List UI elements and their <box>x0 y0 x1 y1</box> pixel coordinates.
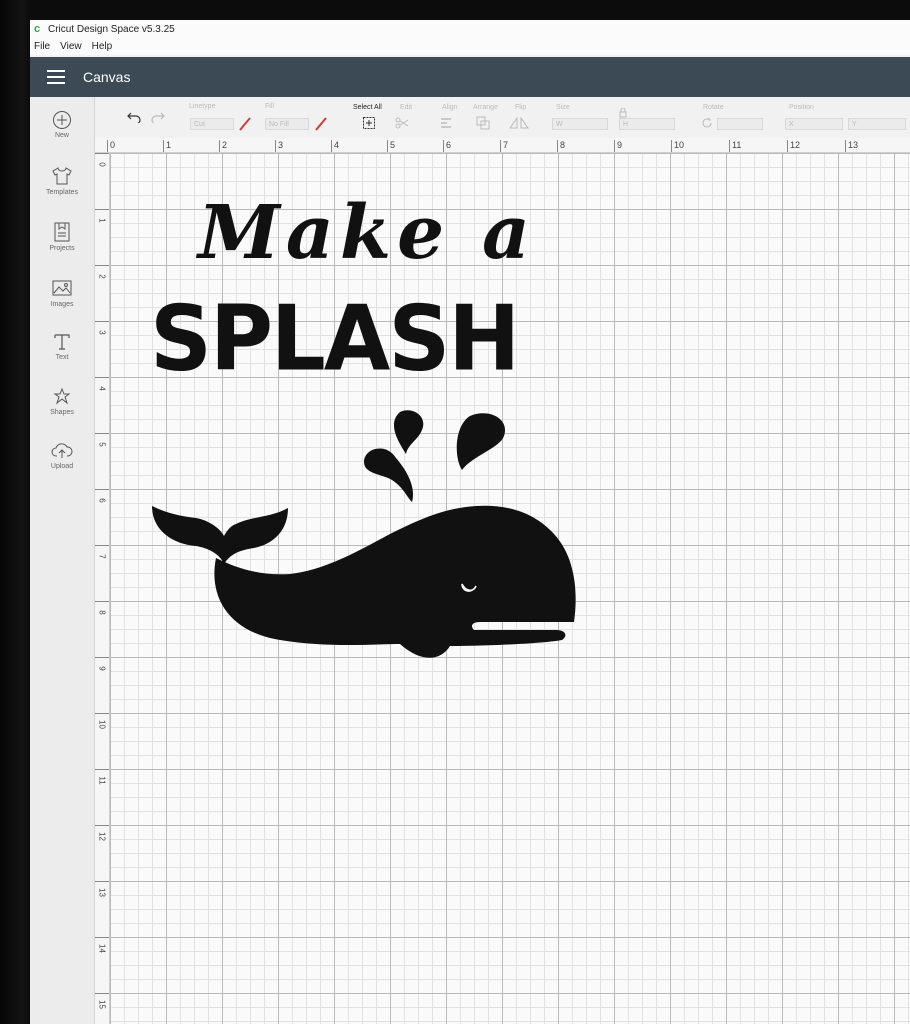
rotate-label: Rotate <box>703 104 724 111</box>
menu-bar: File View Help <box>30 38 910 55</box>
ruler-tick: 10 <box>95 713 109 729</box>
size-height-input[interactable]: H <box>619 118 675 130</box>
sidebar-item-label: Images <box>50 301 74 308</box>
ruler-tick: 15 <box>95 993 109 1009</box>
whale-icon[interactable] <box>150 408 590 668</box>
align-icon[interactable] <box>440 117 458 129</box>
size-width-input[interactable]: W <box>552 118 608 130</box>
window-titlebar: c Cricut Design Space v5.3.25 <box>30 20 910 38</box>
arrange-icon[interactable] <box>476 116 494 130</box>
position-x-input[interactable]: X <box>785 118 843 130</box>
ruler-tick: 4 <box>331 140 339 152</box>
ruler-tick: 3 <box>275 140 283 152</box>
ruler-tick: 9 <box>614 140 622 152</box>
ruler-tick: 4 <box>95 377 109 393</box>
flip-icon[interactable] <box>509 117 529 129</box>
ruler-tick: 8 <box>95 601 109 617</box>
ruler-tick: 8 <box>557 140 565 152</box>
menu-view[interactable]: View <box>60 41 82 52</box>
sidebar-item-label: Upload <box>50 463 74 470</box>
edit-toolbar: Linetype Cut Fill No Fill Select All Edi… <box>95 98 910 139</box>
fill-color-icon[interactable] <box>314 116 328 132</box>
linetype-color-icon[interactable] <box>238 116 252 132</box>
sidebar-item-projects[interactable]: Projects <box>30 221 94 252</box>
shapes-icon <box>53 387 71 405</box>
sidebar-item-label: Projects <box>49 245 75 252</box>
left-sidebar: New Templates Projects Images Text Shape… <box>30 97 95 1024</box>
sidebar-item-images[interactable]: Images <box>30 277 94 308</box>
ruler-tick: 0 <box>107 140 115 152</box>
linetype-select[interactable]: Cut <box>190 118 234 130</box>
plus-circle-icon <box>53 111 71 129</box>
design-text-make-a[interactable]: Make a <box>198 193 536 273</box>
design-canvas[interactable]: Make a SPLASH <box>110 153 910 1024</box>
menu-file[interactable]: File <box>34 41 50 52</box>
ruler-tick: 1 <box>95 209 109 225</box>
ruler-tick: 12 <box>95 825 109 841</box>
ruler-tick: 14 <box>95 937 109 953</box>
undo-icon[interactable] <box>127 111 141 123</box>
edit-scissors-icon[interactable] <box>395 117 415 129</box>
shirt-icon <box>52 167 72 185</box>
page-title: Canvas <box>83 69 131 85</box>
sidebar-item-shapes[interactable]: Shapes <box>30 387 94 416</box>
design-text-splash[interactable]: SPLASH <box>150 287 520 392</box>
cricut-logo-icon: c <box>34 23 41 35</box>
select-all-icon[interactable] <box>363 117 375 129</box>
hamburger-menu-icon[interactable] <box>47 70 65 84</box>
ruler-tick: 13 <box>95 881 109 897</box>
image-icon <box>52 280 72 296</box>
ruler-tick: 9 <box>95 657 109 673</box>
ruler-tick: 6 <box>443 140 451 152</box>
sidebar-item-templates[interactable]: Templates <box>30 165 94 196</box>
position-y-input[interactable]: Y <box>848 118 906 130</box>
ruler-tick: 2 <box>95 265 109 281</box>
sidebar-item-text[interactable]: Text <box>30 332 94 361</box>
ruler-tick: 0 <box>95 153 109 169</box>
horizontal-ruler: 0 1 2 3 4 5 6 7 8 9 10 11 12 13 <box>95 138 910 153</box>
size-label: Size <box>556 104 570 111</box>
edit-label: Edit <box>400 104 413 111</box>
sidebar-item-upload[interactable]: Upload <box>30 441 94 470</box>
ruler-tick: 13 <box>845 140 858 152</box>
position-label: Position <box>789 104 814 111</box>
ruler-tick: 5 <box>95 433 109 449</box>
app-header: Canvas <box>30 57 910 97</box>
upload-icon <box>51 443 73 458</box>
ruler-tick: 6 <box>95 489 109 505</box>
rotate-icon[interactable] <box>701 117 713 129</box>
sidebar-item-label: Shapes <box>50 409 74 416</box>
ruler-tick: 5 <box>387 140 395 152</box>
ruler-tick: 12 <box>787 140 800 152</box>
ruler-tick: 7 <box>500 140 508 152</box>
sidebar-item-new[interactable]: New <box>30 110 94 139</box>
ruler-tick: 11 <box>729 140 741 152</box>
sidebar-item-label: Text <box>55 354 69 361</box>
flip-label: Flip <box>515 104 527 111</box>
ruler-tick: 7 <box>95 545 109 561</box>
ruler-tick: 2 <box>219 140 227 152</box>
text-icon <box>54 334 70 350</box>
lock-icon[interactable] <box>619 108 627 118</box>
arrange-label: Arrange <box>473 104 498 111</box>
linetype-label: Linetype <box>189 103 216 110</box>
rotate-input[interactable] <box>717 118 763 130</box>
app-window: c Cricut Design Space v5.3.25 File View … <box>30 20 910 1024</box>
select-all-label: Select All <box>353 104 382 111</box>
window-title: Cricut Design Space v5.3.25 <box>48 23 175 35</box>
ruler-tick: 3 <box>95 321 109 337</box>
fill-select[interactable]: No Fill <box>265 118 309 130</box>
vertical-ruler: 0 1 2 3 4 5 6 7 8 9 10 11 12 13 14 15 <box>95 153 110 1024</box>
ruler-tick: 1 <box>163 140 171 152</box>
ruler-tick: 10 <box>671 140 684 152</box>
projects-icon <box>54 222 70 242</box>
ruler-tick: 11 <box>95 769 109 785</box>
sidebar-item-label: Templates <box>46 189 78 196</box>
sidebar-item-label: New <box>54 132 69 139</box>
redo-icon[interactable] <box>151 111 165 123</box>
fill-label: Fill <box>265 103 274 110</box>
align-label: Align <box>442 104 458 111</box>
menu-help[interactable]: Help <box>92 41 113 52</box>
